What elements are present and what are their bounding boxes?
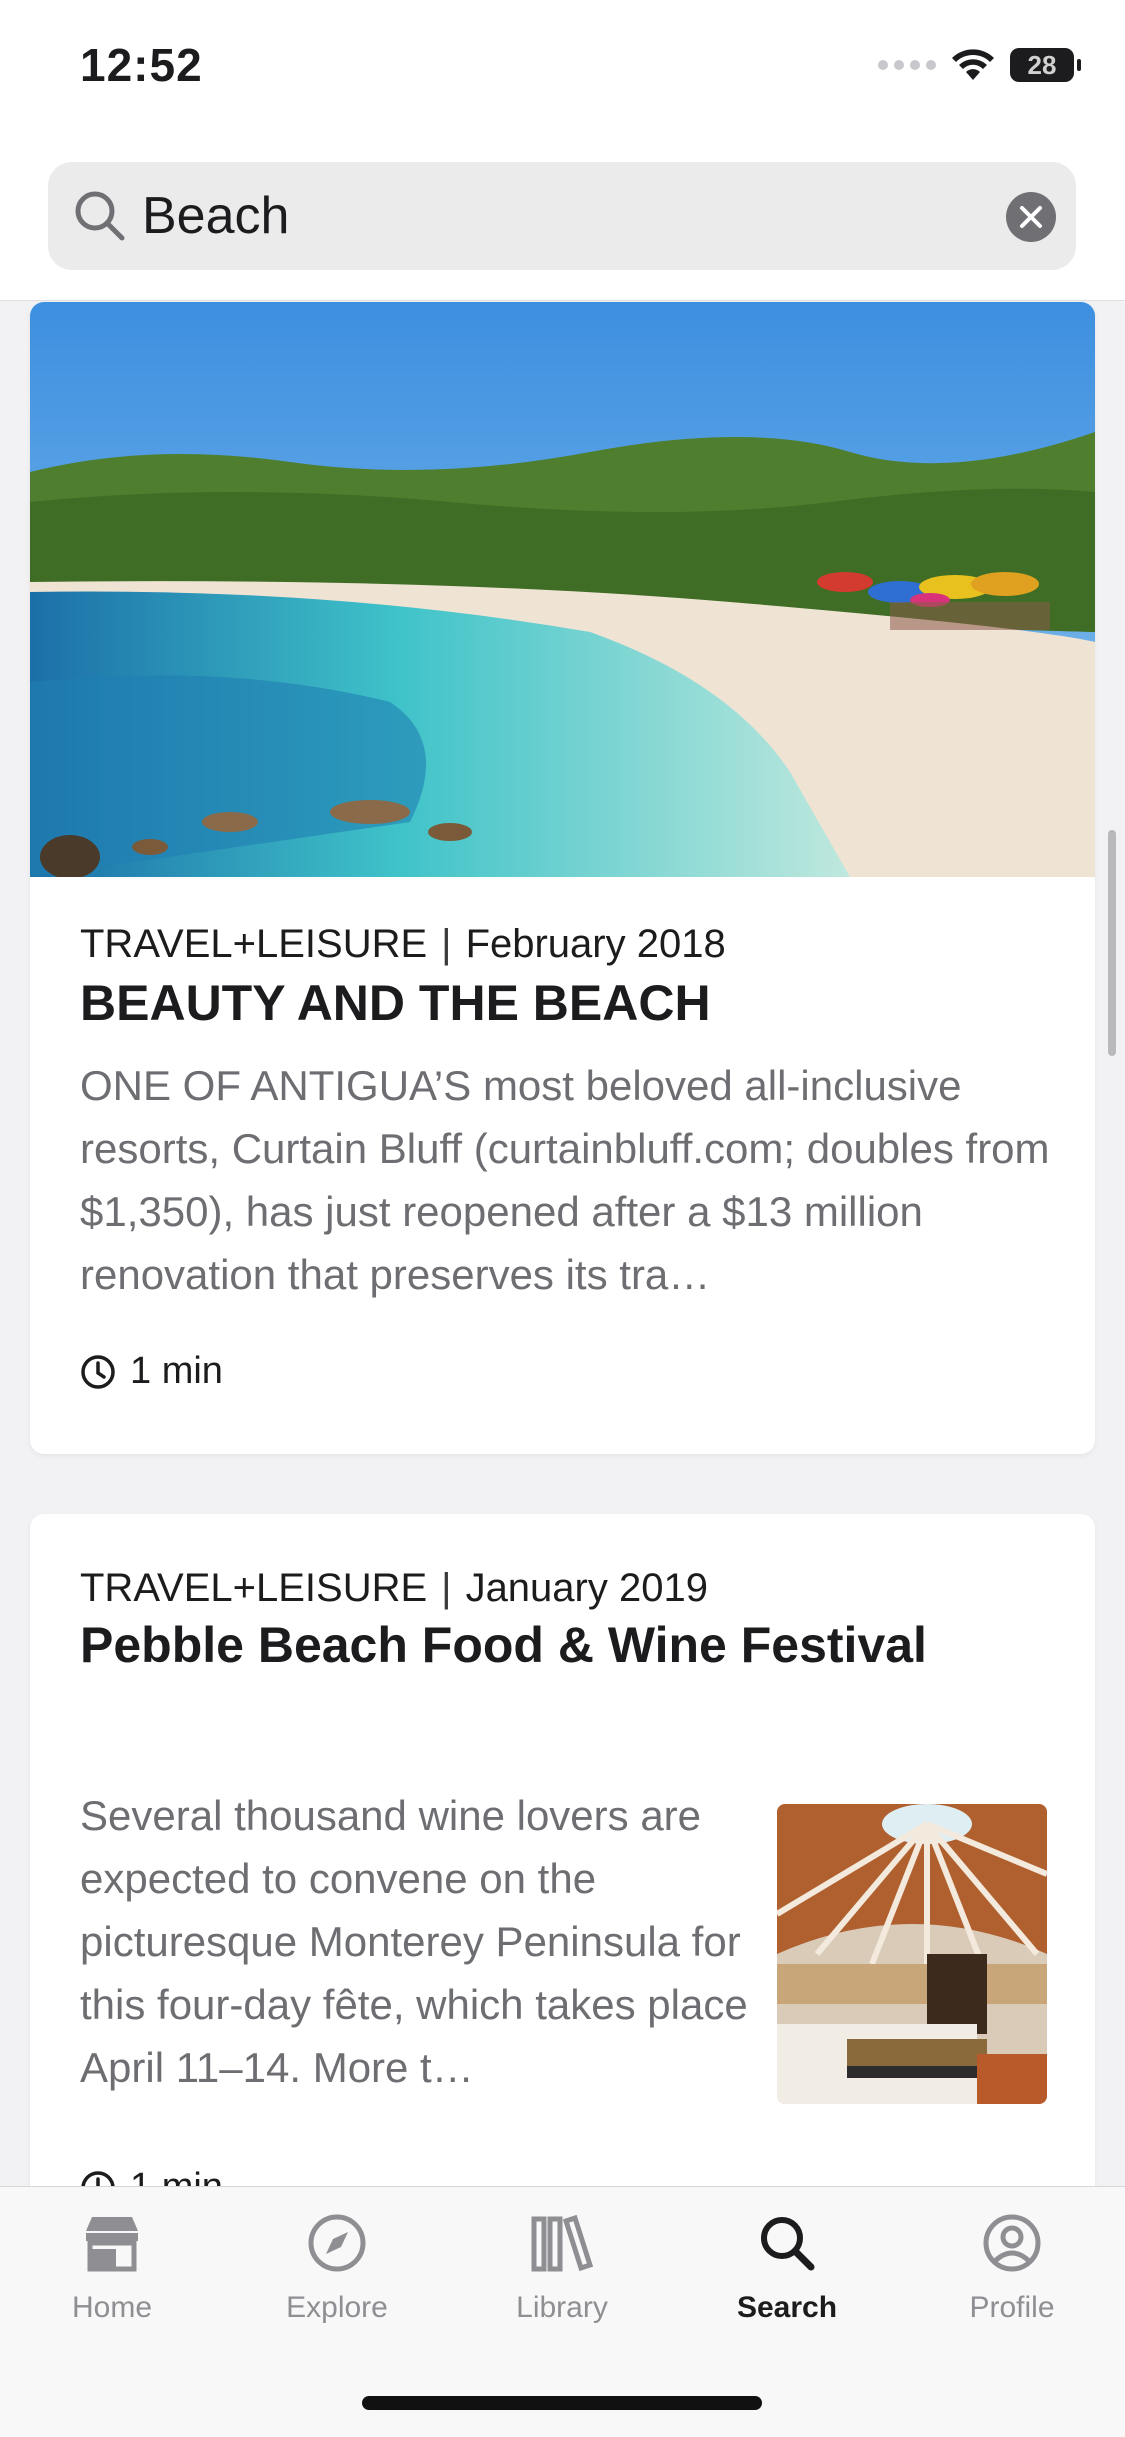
tab-profile[interactable]: Profile — [922, 2213, 1102, 2325]
library-icon — [531, 2214, 594, 2272]
search-input[interactable]: Beach — [48, 162, 1076, 270]
tab-home[interactable]: Home — [22, 2213, 202, 2325]
read-time-label: 1 min — [130, 1350, 223, 1392]
article-hero-image — [30, 302, 1095, 877]
status-time: 12:52 — [80, 39, 203, 91]
article-thumbnail — [777, 1804, 1047, 2104]
article-meta: TRAVEL+LEISURE | February 2018 — [80, 922, 726, 967]
tab-home-label: Home — [71, 2291, 153, 2324]
tab-explore[interactable]: Explore — [247, 2213, 427, 2325]
tab-library-label: Library — [516, 2291, 608, 2324]
status-bar: 12:52 28 — [0, 0, 1125, 140]
article-excerpt: ONE OF ANTIGUA’S most beloved all-inclus… — [80, 1062, 1050, 1298]
search-icon — [761, 2217, 815, 2271]
wifi-icon — [952, 49, 994, 80]
issue-date: January 2019 — [465, 1566, 708, 1610]
tab-profile-label: Profile — [969, 2291, 1055, 2324]
search-query[interactable]: Beach — [142, 186, 289, 246]
meta-separator: | — [441, 1566, 452, 1610]
meta-separator: | — [441, 922, 452, 966]
search-header: Beach — [0, 140, 1125, 301]
status-indicators: 28 — [878, 48, 1081, 82]
article-title[interactable]: Pebble Beach Food & Wine Festival — [80, 1616, 927, 1674]
close-icon — [1020, 206, 1042, 228]
read-time: 1 min — [80, 1350, 223, 1393]
article-card[interactable]: TRAVEL+LEISURE | January 2019 Pebble Beach… — [30, 1514, 1095, 2254]
publication-name: TRAVEL+LEISURE — [80, 922, 428, 966]
home-indicator[interactable] — [362, 2396, 762, 2410]
article-excerpt: Several thousand wine lovers are expecte… — [80, 1792, 748, 2091]
home-icon — [86, 2217, 138, 2272]
article-title[interactable]: BEAUTY AND THE BEACH — [80, 974, 711, 1032]
tab-search[interactable]: Search — [697, 2213, 877, 2325]
clock-icon — [81, 1354, 115, 1389]
publication-name: TRAVEL+LEISURE — [80, 1566, 428, 1610]
tab-library[interactable]: Library — [472, 2213, 652, 2325]
issue-date: February 2018 — [465, 922, 726, 966]
compass-icon — [308, 2214, 366, 2272]
scrollbar[interactable] — [1108, 830, 1116, 1056]
battery-icon: 28 — [1010, 48, 1074, 82]
search-icon — [75, 191, 125, 241]
article-meta: TRAVEL+LEISURE | January 2019 — [80, 1566, 708, 1611]
tab-search-label: Search — [736, 2291, 838, 2324]
article-card[interactable]: TRAVEL+LEISURE | February 2018 BEAUTY AND … — [30, 302, 1095, 1454]
clear-search-button[interactable] — [1006, 192, 1056, 242]
profile-icon — [983, 2214, 1041, 2272]
tab-explore-label: Explore — [286, 2291, 388, 2324]
cellular-signal-icon — [878, 60, 936, 70]
